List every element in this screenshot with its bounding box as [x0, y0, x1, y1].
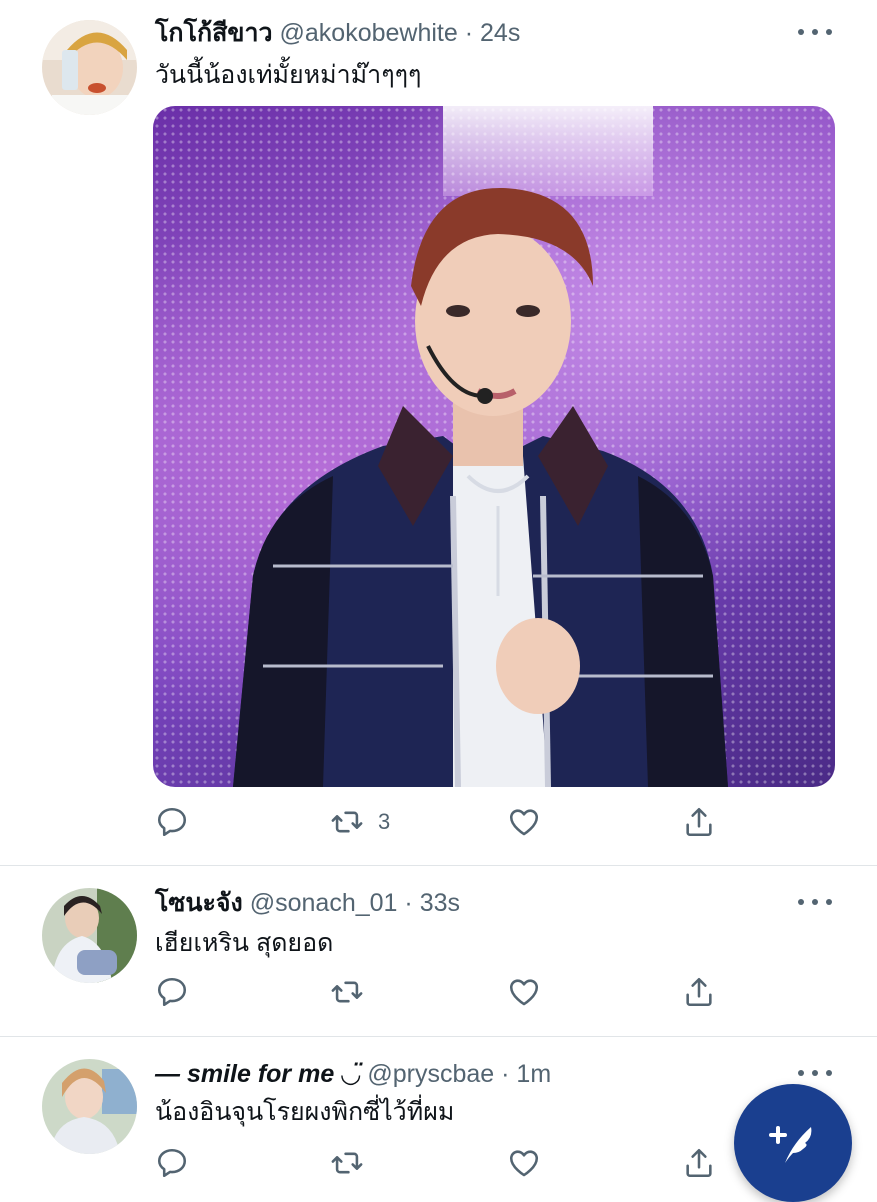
- tweet-photo[interactable]: [153, 106, 835, 787]
- share-icon: [686, 807, 712, 837]
- retweet-button[interactable]: [330, 1143, 378, 1183]
- heart-icon: [509, 979, 539, 1006]
- more-dots-icon[interactable]: [798, 1068, 832, 1078]
- username[interactable]: @pryscbae: [367, 1060, 494, 1088]
- username[interactable]: @sonach_01: [250, 889, 398, 917]
- timestamp[interactable]: 1m: [516, 1060, 551, 1088]
- avatar[interactable]: [42, 20, 137, 115]
- display-name[interactable]: โกโก้สีขาว: [155, 19, 273, 47]
- retweet-button[interactable]: [330, 972, 378, 1012]
- tweet-text: เฮียเหริน สุดยอด: [155, 929, 334, 957]
- reply-icon: [157, 807, 187, 837]
- share-icon: [686, 977, 712, 1007]
- display-name[interactable]: — smile for me ◡̈: [155, 1060, 360, 1088]
- like-button[interactable]: [507, 802, 555, 842]
- timestamp[interactable]: 24s: [480, 19, 520, 47]
- share-button[interactable]: [682, 802, 716, 842]
- retweet-count: 3: [378, 809, 391, 834]
- reply-button[interactable]: [155, 1143, 203, 1183]
- retweet-button[interactable]: 3: [330, 802, 390, 842]
- separator-dot: ·: [464, 19, 474, 47]
- timestamp[interactable]: 33s: [420, 889, 460, 917]
- heart-icon: [509, 1150, 539, 1177]
- tweet-header: — smile for me ◡̈ @pryscbae · 1m: [155, 1059, 551, 1089]
- tweet-header: โกโก้สีขาว @akokobewhite · 24s: [155, 18, 520, 48]
- retweet-icon: [331, 1152, 363, 1174]
- retweet-icon: [331, 811, 363, 833]
- like-button[interactable]: [507, 1143, 555, 1183]
- share-icon: [686, 1148, 712, 1178]
- tweet-actions: [155, 1143, 715, 1183]
- tweet-2[interactable]: โซนะจัง @sonach_01 · 33s เฮียเหริน สุดยอ…: [0, 866, 877, 1036]
- like-button[interactable]: [507, 972, 555, 1012]
- more-dots-icon[interactable]: [798, 27, 832, 37]
- compose-feather-icon: [769, 1126, 812, 1163]
- tweet-text: น้องอินจุนโรยผงพิกซี่ไว้ที่ผม: [155, 1098, 455, 1126]
- more-dots-icon[interactable]: [798, 897, 832, 907]
- tweet-1[interactable]: โกโก้สีขาว @akokobewhite · 24s วันนี้น้อ…: [0, 0, 877, 865]
- compose-button[interactable]: [734, 1084, 852, 1202]
- avatar[interactable]: [42, 888, 137, 983]
- heart-icon: [509, 809, 539, 836]
- username[interactable]: @akokobewhite: [280, 19, 458, 47]
- tweet-actions: [155, 972, 715, 1012]
- share-button[interactable]: [682, 972, 716, 1012]
- reply-icon: [157, 1148, 187, 1178]
- reply-button[interactable]: [155, 972, 203, 1012]
- separator-dot: ·: [404, 889, 413, 917]
- reply-button[interactable]: [155, 802, 203, 842]
- reply-icon: [157, 977, 187, 1007]
- display-name[interactable]: โซนะจัง: [155, 889, 243, 917]
- avatar[interactable]: [42, 1059, 137, 1154]
- tweet-text: วันนี้น้องเท่มั้ยหม่าม๊าๆๆๆ: [155, 61, 422, 89]
- retweet-icon: [331, 981, 363, 1003]
- separator-dot: ·: [501, 1060, 510, 1088]
- tweet-actions: 3: [155, 802, 715, 842]
- tweet-header: โซนะจัง @sonach_01 · 33s: [155, 888, 460, 918]
- share-button[interactable]: [682, 1143, 716, 1183]
